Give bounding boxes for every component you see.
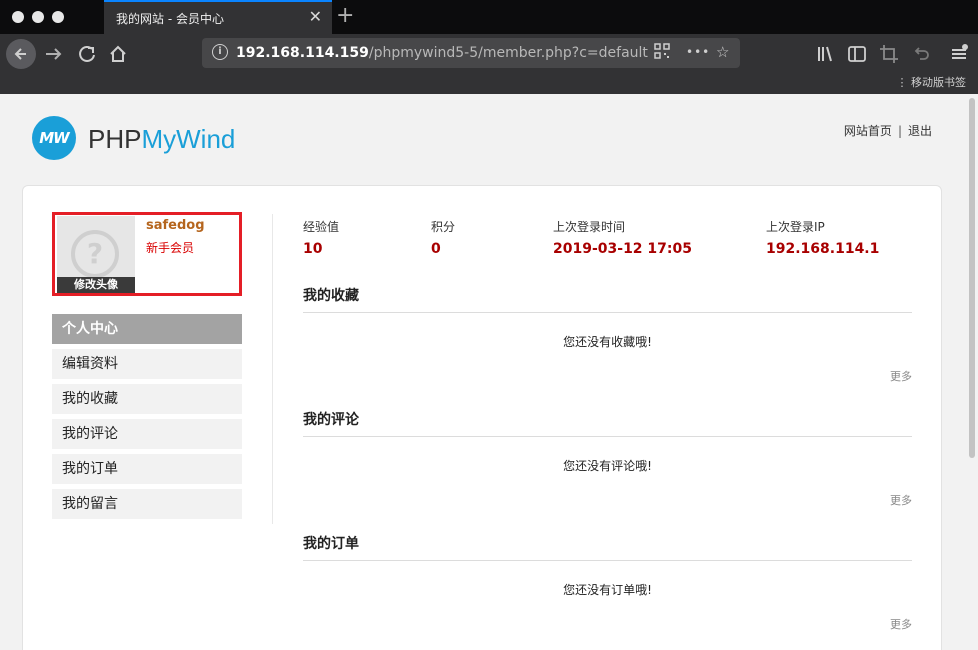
- url-text[interactable]: 192.168.114.159/phpmywind5-5/member.php?…: [236, 45, 648, 61]
- edit-avatar-button[interactable]: 修改头像: [57, 277, 135, 293]
- menu-item-personal-center[interactable]: 个人中心: [52, 314, 242, 344]
- stat-value: 0: [431, 241, 441, 257]
- section-divider: [303, 436, 912, 437]
- top-links: 网站首页 | 退出: [844, 122, 932, 139]
- empty-message: 您还没有收藏哦!: [563, 335, 652, 349]
- address-bar[interactable]: i 192.168.114.159/phpmywind5-5/member.ph…: [202, 38, 740, 68]
- section-divider: [303, 312, 912, 313]
- back-button[interactable]: [6, 39, 36, 69]
- page-actions-icon[interactable]: •••: [686, 42, 710, 62]
- minimize-window-button[interactable]: [32, 11, 44, 23]
- empty-message: 您还没有评论哦!: [563, 459, 652, 473]
- section-divider: [303, 560, 912, 561]
- tab-bar: 我的网站 - 会员中心 ✕ +: [0, 0, 978, 34]
- library-icon[interactable]: [814, 43, 836, 70]
- profile-box: ? 修改头像 safedog 新手会员: [52, 212, 242, 296]
- scrollbar-thumb[interactable]: [969, 98, 975, 458]
- section-title: 我的订单: [303, 536, 359, 552]
- url-host: 192.168.114.159: [236, 45, 369, 61]
- member-card: ? 修改头像 safedog 新手会员 个人中心 编辑资料 我的收藏 我的评论 …: [22, 185, 942, 650]
- mobile-bookmarks-label: 移动版书签: [911, 76, 966, 89]
- user-level: 新手会员: [146, 241, 195, 255]
- logo-text: PHPMyWind: [88, 124, 235, 155]
- reload-icon: [79, 46, 95, 62]
- section-title: 我的评论: [303, 412, 359, 428]
- member-menu: 个人中心 编辑资料 我的收藏 我的评论 我的订单 我的留言: [52, 314, 242, 524]
- stat-label: 积分: [431, 220, 456, 234]
- stat-last-login-ip: 上次登录IP 192.168.114.1: [766, 218, 879, 257]
- new-tab-button[interactable]: +: [336, 3, 354, 29]
- logout-link[interactable]: 退出: [908, 122, 932, 139]
- home-link[interactable]: 网站首页: [844, 122, 892, 139]
- page-viewport: MW PHPMyWind 网站首页 | 退出 ? 修改头像 safedog 新手会员…: [0, 94, 978, 650]
- home-button[interactable]: [107, 43, 129, 70]
- url-path: /phpmywind5-5/member.php?c=default: [368, 45, 648, 61]
- mobile-bookmarks-link[interactable]: ⋮ 移动版书签: [897, 74, 967, 90]
- stat-points: 积分 0: [431, 218, 455, 257]
- logo-text-php: PHP: [88, 124, 142, 154]
- stat-value: 10: [303, 241, 323, 257]
- menu-item-comments[interactable]: 我的评论: [52, 419, 242, 449]
- back-arrow-icon: [14, 48, 26, 60]
- menu-item-favorites[interactable]: 我的收藏: [52, 384, 242, 414]
- more-link[interactable]: 更多: [890, 368, 912, 384]
- active-tab[interactable]: 我的网站 - 会员中心 ✕: [104, 0, 332, 34]
- default-avatar-icon: ?: [71, 230, 119, 278]
- section-title: 我的收藏: [303, 288, 359, 304]
- close-window-button[interactable]: [12, 11, 24, 23]
- stat-label: 上次登录时间: [553, 220, 626, 234]
- stat-value: 2019-03-12 17:05: [553, 241, 692, 257]
- forward-button[interactable]: [42, 43, 64, 70]
- stat-value: 192.168.114.1: [766, 241, 880, 257]
- stat-label: 经验值: [303, 220, 340, 234]
- more-link[interactable]: 更多: [890, 616, 912, 632]
- menu-hamburger-icon[interactable]: [948, 43, 970, 70]
- menu-item-messages[interactable]: 我的留言: [52, 489, 242, 519]
- navigation-toolbar: i 192.168.114.159/phpmywind5-5/member.ph…: [0, 34, 978, 94]
- stat-label: 上次登录IP: [766, 220, 825, 234]
- vertical-divider: [272, 214, 273, 524]
- site-logo[interactable]: MW PHPMyWind: [32, 116, 235, 162]
- more-link[interactable]: 更多: [890, 492, 912, 508]
- undo-icon[interactable]: [910, 43, 932, 70]
- section-favorites: 我的收藏 您还没有收藏哦! 更多: [303, 285, 912, 409]
- empty-message: 您还没有订单哦!: [563, 583, 652, 597]
- sidebar-icon[interactable]: [846, 43, 868, 70]
- logo-mark-icon: MW: [32, 116, 76, 160]
- bookmark-star-icon[interactable]: ☆: [716, 42, 729, 62]
- username: safedog: [146, 218, 205, 233]
- section-orders: 我的订单 您还没有订单哦! 更多: [303, 533, 912, 650]
- section-comments: 我的评论 您还没有评论哦! 更多: [303, 409, 912, 533]
- stat-last-login-time: 上次登录时间 2019-03-12 17:05: [553, 218, 692, 257]
- screenshot-icon[interactable]: [878, 43, 900, 70]
- stat-experience: 经验值 10: [303, 218, 339, 257]
- forward-arrow-icon: [46, 48, 62, 60]
- logo-text-mywind: MyWind: [141, 124, 236, 154]
- avatar[interactable]: ? 修改头像: [57, 216, 135, 293]
- menu-item-edit-profile[interactable]: 编辑资料: [52, 349, 242, 379]
- menu-item-orders[interactable]: 我的订单: [52, 454, 242, 484]
- site-info-icon[interactable]: i: [212, 44, 228, 60]
- tab-title: 我的网站 - 会员中心: [116, 12, 224, 26]
- vertical-scrollbar[interactable]: [966, 94, 978, 650]
- tab-close-icon[interactable]: ✕: [309, 7, 322, 27]
- zoom-window-button[interactable]: [52, 11, 64, 23]
- qr-code-icon[interactable]: [654, 43, 670, 64]
- reload-button[interactable]: [76, 43, 98, 70]
- home-icon: [110, 45, 126, 62]
- link-separator: |: [897, 124, 902, 138]
